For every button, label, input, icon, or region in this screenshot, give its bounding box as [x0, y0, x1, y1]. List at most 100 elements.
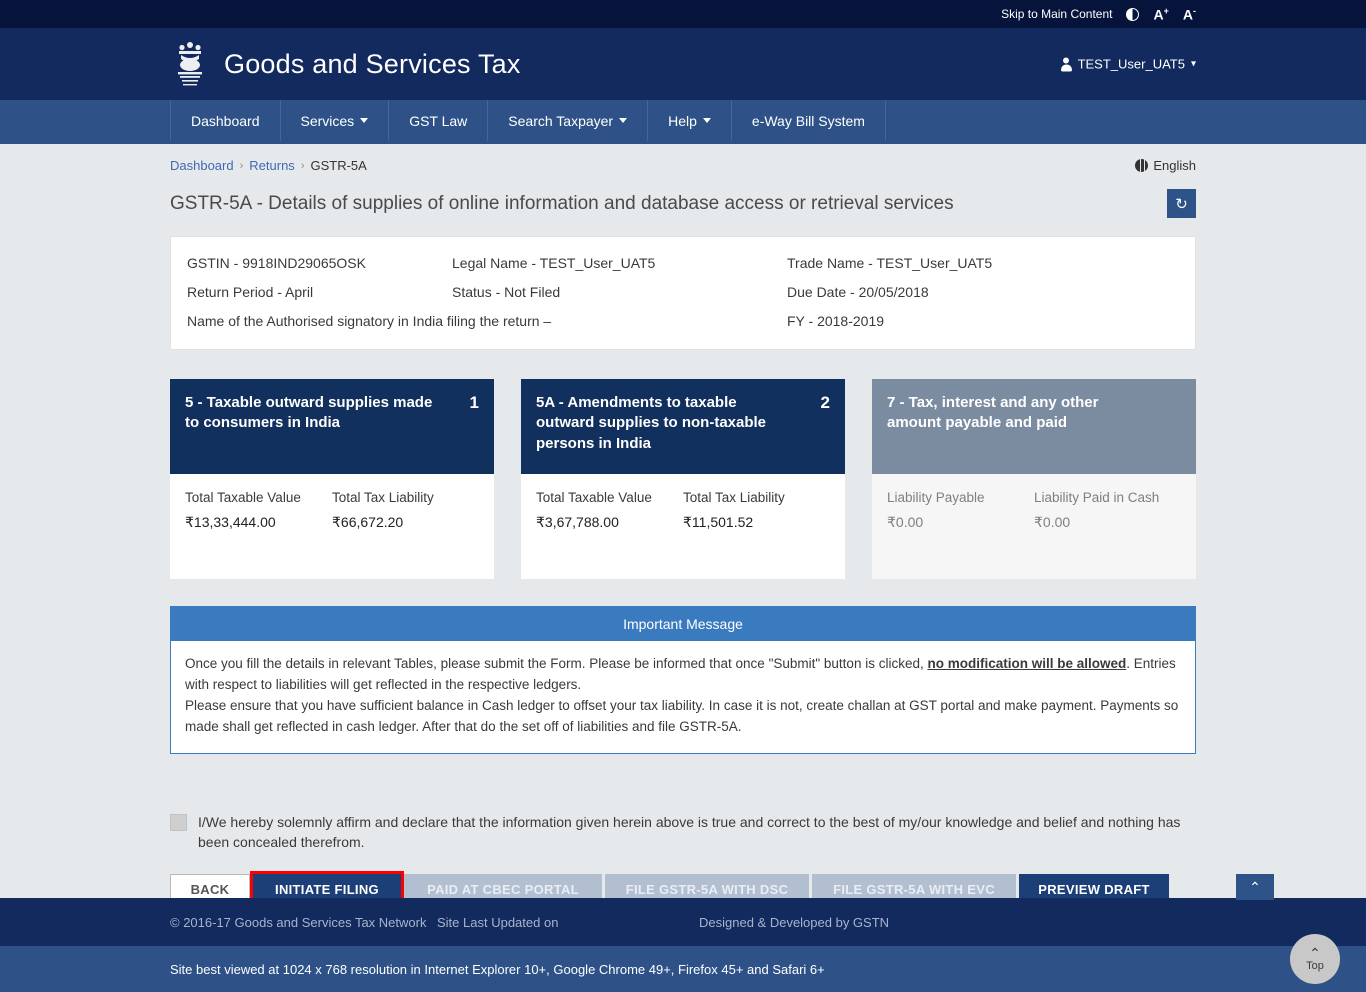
india-emblem-icon: [178, 42, 202, 86]
summary-tiles: 5 - Taxable outward supplies made to con…: [170, 379, 1196, 579]
tile-body: Liability Payable ₹0.00 Liability Paid i…: [872, 474, 1196, 579]
tile-number: 2: [820, 393, 830, 412]
tile-title: 7 - Tax, interest and any other amount p…: [887, 394, 1099, 432]
language-selector[interactable]: English: [1135, 158, 1196, 173]
declaration-checkbox[interactable]: [170, 813, 187, 831]
tile-metric-label: Total Tax Liability: [683, 490, 785, 505]
info-due-date: Due Date - 20/05/2018: [787, 284, 929, 300]
tile-metric-value: ₹13,33,444.00: [185, 514, 276, 530]
declaration-row: I/We hereby solemnly affirm and declare …: [170, 812, 1196, 853]
refresh-button[interactable]: ↻: [1167, 189, 1196, 218]
tile-metric: Liability Payable ₹0.00: [887, 490, 1034, 579]
tile-title: 5 - Taxable outward supplies made to con…: [185, 394, 433, 432]
info-legal-name: Legal Name - TEST_User_UAT5: [452, 255, 656, 271]
info-trade-name: Trade Name - TEST_User_UAT5: [787, 255, 993, 271]
nav-item-search-taxpayer[interactable]: Search Taxpayer: [488, 100, 649, 141]
site-footer: ⌃ © 2016-17 Goods and Services Tax Netwo…: [0, 874, 1366, 992]
contrast-icon[interactable]: [1126, 6, 1140, 22]
nav-item-help[interactable]: Help: [648, 100, 732, 141]
tile-number: 1: [469, 393, 479, 412]
tile-metric-label: Total Taxable Value: [185, 490, 301, 505]
nav-item-services[interactable]: Services: [281, 100, 390, 141]
message-line2: Please ensure that you have sufficient b…: [185, 697, 1179, 734]
footer-designed-by: Designed & Developed by GSTN: [699, 914, 890, 930]
breadcrumb-row: Dashboard › Returns › GSTR-5A English: [170, 144, 1196, 173]
tile-metric-value: ₹66,672.20: [332, 514, 404, 530]
tile-metric-value: ₹11,501.52: [683, 514, 754, 530]
user-name-label: TEST_User_UAT5: [1077, 56, 1185, 72]
info-auth-signatory: Name of the Authorised signatory in Indi…: [187, 313, 552, 329]
chevron-down-icon: [360, 118, 369, 123]
nav-item-dashboard[interactable]: Dashboard: [170, 100, 281, 141]
important-message-body: Once you fill the details in relevant Ta…: [171, 641, 1195, 753]
footer-secondary: Site best viewed at 1024 x 768 resolutio…: [0, 946, 1366, 992]
scroll-to-top-label: Top: [1306, 960, 1324, 972]
declaration-text: I/We hereby solemnly affirm and declare …: [198, 813, 1181, 850]
tile-metric-label: Total Taxable Value: [536, 490, 652, 505]
tile-table-7: 7 - Tax, interest and any other amount p…: [872, 379, 1196, 579]
footer-best-viewed: Site best viewed at 1024 x 768 resolutio…: [170, 961, 825, 977]
info-row: GSTIN - 9918IND29065OSK Legal Name - TES…: [187, 255, 1179, 271]
tile-metric: Total Taxable Value ₹13,33,444.00: [185, 490, 332, 579]
info-return-period: Return Period - April: [187, 284, 314, 300]
page-content: Dashboard › Returns › GSTR-5A English GS…: [0, 144, 1366, 909]
footer-primary: © 2016-17 Goods and Services Tax Network…: [0, 898, 1366, 946]
taxpayer-info-panel: GSTIN - 9918IND29065OSK Legal Name - TES…: [170, 236, 1196, 350]
skip-to-main-content-link[interactable]: Skip to Main Content: [1001, 7, 1112, 21]
user-icon: [1060, 57, 1072, 71]
footer-last-updated: Site Last Updated on: [437, 914, 559, 930]
info-status: Status - Not Filed: [452, 284, 561, 300]
increase-font-button[interactable]: A+: [1153, 6, 1168, 23]
breadcrumb-item-returns[interactable]: Returns: [249, 158, 295, 173]
tile-metric-value: ₹0.00: [887, 514, 924, 530]
breadcrumb-separator: ›: [239, 159, 244, 172]
site-brand-title: Goods and Services Tax: [224, 48, 521, 79]
tile-body: Total Taxable Value ₹13,33,444.00 Total …: [170, 474, 494, 579]
nav-item-gst-law[interactable]: GST Law: [389, 100, 489, 141]
chevron-down-icon: ▾: [1190, 58, 1196, 70]
breadcrumb-item-dashboard[interactable]: Dashboard: [170, 158, 234, 173]
tile-metric: Total Taxable Value ₹3,67,788.00: [536, 490, 683, 579]
message-line1-a: Once you fill the details in relevant Ta…: [185, 656, 928, 671]
tile-header: 5 - Taxable outward supplies made to con…: [170, 379, 494, 474]
tile-metric-label: Total Tax Liability: [332, 490, 434, 505]
tile-metric-label: Liability Paid in Cash: [1034, 490, 1160, 505]
tile-body: Total Taxable Value ₹3,67,788.00 Total T…: [521, 474, 845, 579]
globe-icon: [1135, 159, 1149, 172]
tile-table-5[interactable]: 5 - Taxable outward supplies made to con…: [170, 379, 494, 579]
breadcrumb: Dashboard › Returns › GSTR-5A: [170, 158, 367, 173]
tile-header: 5A - Amendments to taxable outward suppl…: [521, 379, 845, 474]
page-title: GSTR-5A - Details of supplies of online …: [170, 192, 954, 214]
info-row: Return Period - April Status - Not Filed…: [187, 284, 1179, 300]
user-menu[interactable]: TEST_User_UAT5 ▾: [1060, 56, 1196, 72]
tile-title: 5A - Amendments to taxable outward suppl…: [536, 394, 767, 452]
page-title-row: GSTR-5A - Details of supplies of online …: [170, 189, 1196, 218]
message-line1-bold: no modification will be allowed: [927, 656, 1127, 671]
language-label: English: [1153, 158, 1196, 173]
tile-table-5a[interactable]: 5A - Amendments to taxable outward suppl…: [521, 379, 845, 579]
tile-metric: Total Tax Liability ₹11,501.52: [683, 490, 830, 579]
tile-metric-label: Liability Payable: [887, 490, 985, 505]
breadcrumb-separator: ›: [300, 159, 305, 172]
scroll-to-top-button[interactable]: ⌃ Top: [1290, 934, 1340, 984]
chevron-down-icon: [702, 118, 711, 123]
chevron-up-icon: ⌃: [1309, 945, 1321, 961]
tile-metric: Liability Paid in Cash ₹0.00: [1034, 490, 1181, 579]
footer-copyright: © 2016-17 Goods and Services Tax Network: [170, 914, 427, 930]
decrease-font-button[interactable]: A-: [1183, 6, 1196, 23]
tile-metric-value: ₹3,67,788.00: [536, 514, 619, 530]
scroll-up-tab[interactable]: ⌃: [1236, 874, 1274, 900]
breadcrumb-item-gstr5a: GSTR-5A: [310, 158, 367, 173]
important-message-heading: Important Message: [171, 607, 1195, 641]
info-financial-year: FY - 2018-2019: [787, 313, 885, 329]
tile-metric: Total Tax Liability ₹66,672.20: [332, 490, 479, 579]
nav-item-eway-bill-system[interactable]: e-Way Bill System: [732, 100, 886, 141]
info-gstin: GSTIN - 9918IND29065OSK: [187, 255, 366, 271]
utility-bar: Skip to Main Content A+ A-: [0, 0, 1366, 28]
chevron-down-icon: [619, 118, 628, 123]
important-message-box: Important Message Once you fill the deta…: [170, 606, 1196, 754]
tile-header: 7 - Tax, interest and any other amount p…: [872, 379, 1196, 474]
tile-metric-value: ₹0.00: [1034, 514, 1071, 530]
site-header: Goods and Services Tax TEST_User_UAT5 ▾: [0, 28, 1366, 100]
main-navigation: Dashboard Services GST Law Search Taxpay…: [0, 100, 1366, 144]
